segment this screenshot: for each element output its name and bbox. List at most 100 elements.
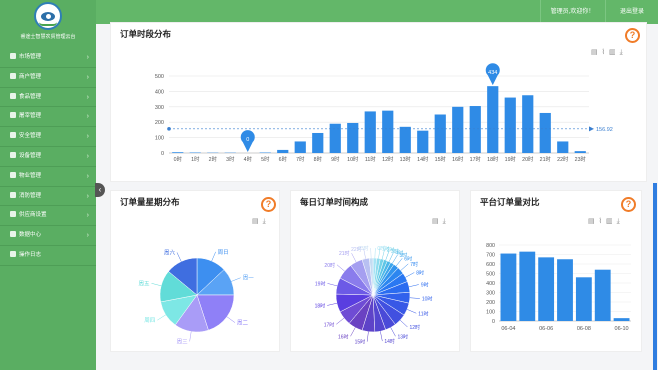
pie-label: 21时 xyxy=(339,250,350,257)
x-tick-label: 0时 xyxy=(174,155,183,163)
pie-label: 周三 xyxy=(177,338,189,345)
hourly-orders-chart: 0 100 200 300 400 500 0时 1时 2时 3时 4时 5时 6时 7时 8时 9时 10时 1… xyxy=(155,63,613,163)
sidebar-item-label: 食品管理 xyxy=(19,93,42,100)
y-tick-label: 0 xyxy=(161,151,164,157)
sidebar-item-property[interactable]: 物业管理 › xyxy=(0,167,96,187)
bar xyxy=(504,97,516,153)
user-icon xyxy=(10,72,16,79)
chevron-right-icon: › xyxy=(86,172,89,180)
sidebar-item-label: 供应商设置 xyxy=(19,212,47,219)
list-icon xyxy=(10,250,16,257)
food-icon xyxy=(10,92,16,99)
bar xyxy=(539,112,551,153)
sidebar-item-supplier[interactable]: 供应商设置 › xyxy=(0,206,96,227)
label-line xyxy=(231,277,241,282)
sidebar-item-label: 消防管理 xyxy=(19,192,42,199)
pie-label: 周日 xyxy=(218,249,229,256)
platform-bar-chart: 0 100 200 300 400 500 600 700 800 06-04 06-06 06-08… xyxy=(486,243,631,332)
label-line xyxy=(151,283,162,287)
sidebar-collapse-button[interactable]: ‹ xyxy=(95,183,105,197)
bar xyxy=(434,114,446,153)
y-tick-label: 500 xyxy=(486,272,495,278)
sidebar-item-label: 设备管理 xyxy=(19,152,42,159)
sidebar-item-food[interactable]: 食品管理 › xyxy=(0,88,96,108)
platform-orders-panel: 平台订单量对比 ? ▤⌇▥⤓ 0 100 200 300 400 500 600 700 800… xyxy=(470,190,642,352)
bar xyxy=(294,141,306,153)
sidebar-item-label: 市场管理 xyxy=(19,54,42,60)
user-greeting[interactable]: 管理员,欢迎你！ xyxy=(540,0,604,24)
building-icon xyxy=(10,171,16,178)
x-tick-label: 19时 xyxy=(505,155,517,163)
label-line xyxy=(211,251,216,262)
pie-label: 15时 xyxy=(355,339,366,346)
logout-button[interactable]: 退出登录 xyxy=(605,0,658,24)
y-tick-label: 600 xyxy=(486,262,495,268)
x-tick-label: 06-06 xyxy=(539,326,553,332)
x-tick-label: 06-08 xyxy=(577,326,591,332)
average-line-label: 156.92 xyxy=(596,127,613,133)
y-tick-label: 200 xyxy=(486,300,495,306)
pie-label: 20时 xyxy=(324,262,335,269)
bar xyxy=(557,141,569,153)
bar xyxy=(487,86,499,153)
x-tick-label: 5时 xyxy=(261,155,270,163)
label-line xyxy=(157,314,166,321)
bar xyxy=(538,257,555,321)
bar xyxy=(519,251,536,321)
sidebar-item-label: 安全管理 xyxy=(19,133,42,140)
marker-label: 434 xyxy=(488,70,497,76)
x-tick-label: 23时 xyxy=(575,155,587,163)
sidebar-item-security[interactable]: 安全管理 › xyxy=(0,127,96,147)
x-tick-label: 12时 xyxy=(382,155,394,163)
pie-label: 17时 xyxy=(324,321,335,328)
x-tick-label: 3时 xyxy=(226,155,235,163)
weekday-pie-chart: 周日周一周二周三 周四 周五 周六 xyxy=(138,248,254,345)
chevron-right-icon: › xyxy=(86,232,89,240)
hour-pie-chart: 0时1时2时3时4时5时6时7时8时9时10时11时12时13时14时15时16… xyxy=(315,245,433,346)
x-tick-label: 1时 xyxy=(191,155,200,163)
gear-icon xyxy=(10,151,16,158)
sidebar-item-merchant[interactable]: 商户管理 › xyxy=(0,68,96,88)
scrollbar[interactable] xyxy=(653,183,657,370)
label-line xyxy=(400,263,409,271)
label-line xyxy=(405,272,415,278)
pie-label: 周六 xyxy=(164,248,176,256)
sidebar-item-log[interactable]: 操作日志 xyxy=(0,246,96,266)
pie-label: 13时 xyxy=(397,333,408,340)
pie-label: 10时 xyxy=(422,296,433,303)
sidebar-item-label: 屠宰管理 xyxy=(19,113,42,120)
sidebar-item-data[interactable]: 数据中心 › xyxy=(0,226,96,246)
x-tick-label: 06-04 xyxy=(501,326,515,332)
sidebar-item-market[interactable]: 市场管理 › xyxy=(0,48,96,68)
x-tick-label: 17时 xyxy=(470,155,482,163)
sidebar-item-slaughter[interactable]: 屠宰管理 › xyxy=(0,107,96,128)
chevron-right-icon: › xyxy=(86,152,89,160)
label-line xyxy=(406,309,417,314)
sidebar: 睿途士智慧农贸管理云台 市场管理 › 商户管理 › 食品管理 › 屠宰管理 › 安全管理… xyxy=(0,0,96,370)
pie-label: 19时 xyxy=(315,280,326,287)
bar xyxy=(364,111,376,153)
y-tick-label: 200 xyxy=(155,120,164,126)
label-line xyxy=(327,302,337,306)
logo-icon xyxy=(34,2,62,30)
bar xyxy=(417,130,429,153)
sidebar-item-fire[interactable]: 消防管理 › xyxy=(0,187,96,207)
sidebar-item-label: 操作日志 xyxy=(19,251,42,258)
daily-composition-panel: 每日订单时间构成 ▤⤓ 0时 1时 2时 3时 4时 5时 6时 7时 8时 9时 10时 11时 12… xyxy=(290,190,460,352)
label-line xyxy=(327,283,338,287)
x-tick-label: 13时 xyxy=(400,155,412,163)
bar xyxy=(594,269,611,321)
weekday-orders-panel: 订单量星期分布 ? ▤⤓ 周日 周一 周二 周三 周四 周五 周六 xyxy=(110,190,280,352)
label-line xyxy=(409,284,419,288)
chart-icon xyxy=(10,231,16,238)
bar xyxy=(329,123,341,153)
y-tick-label: 400 xyxy=(486,281,495,287)
bar xyxy=(613,318,630,321)
y-tick-label: 300 xyxy=(486,291,495,297)
average-line-arrow xyxy=(589,126,594,132)
sidebar-item-device[interactable]: 设备管理 › xyxy=(0,147,96,167)
label-line xyxy=(226,316,236,323)
label-line xyxy=(366,331,369,342)
x-tick-label: 11时 xyxy=(365,155,376,163)
pie-label: 14时 xyxy=(384,338,395,345)
